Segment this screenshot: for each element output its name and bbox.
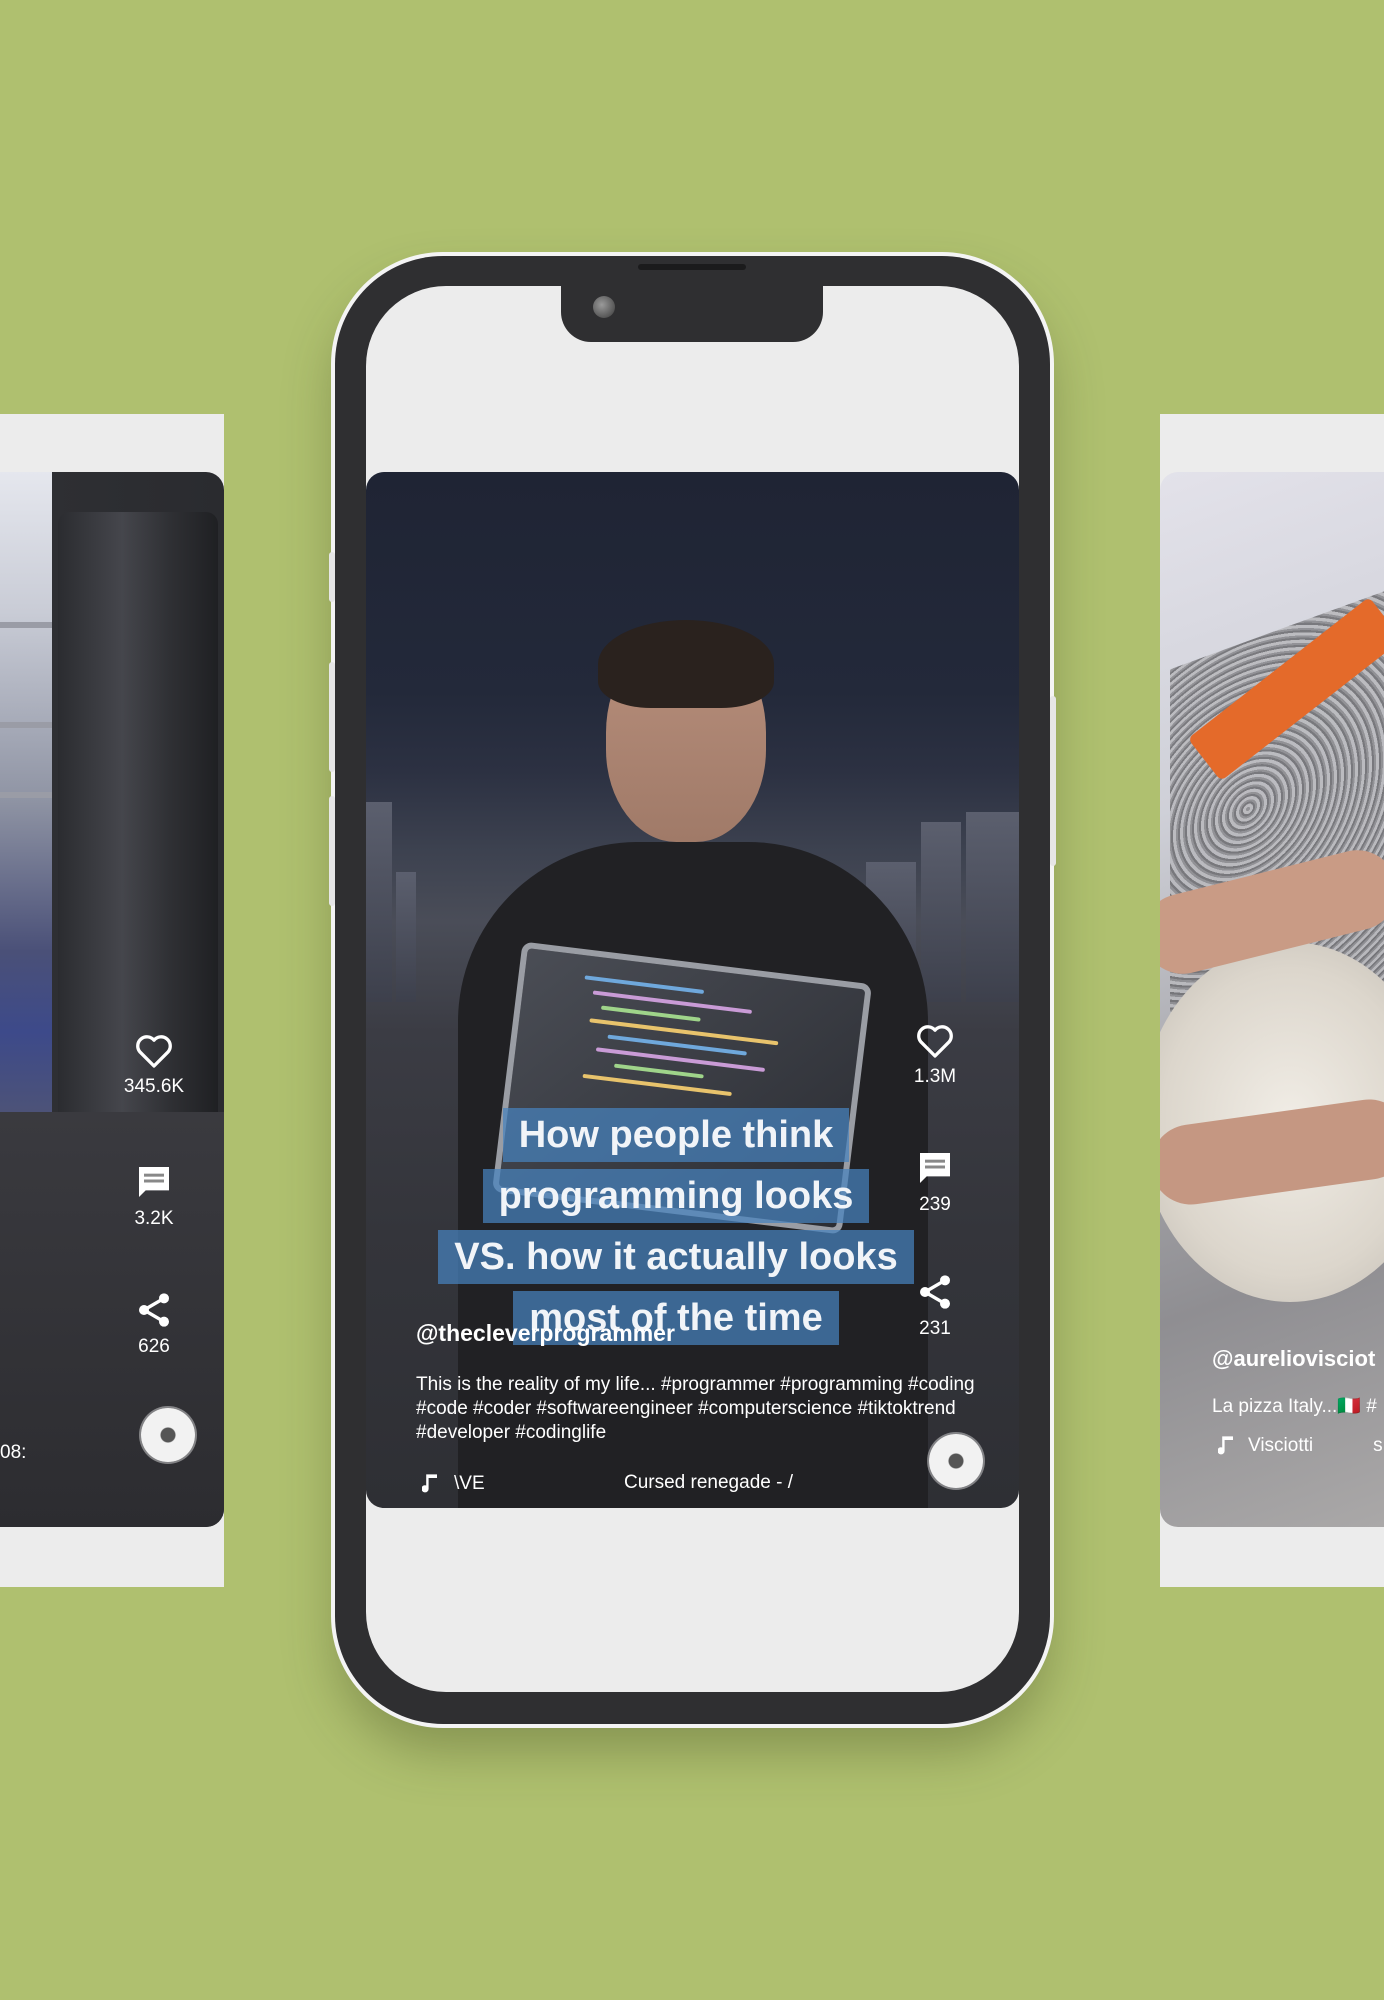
like-count: 1.3M <box>913 1066 957 1087</box>
shelf <box>0 792 52 798</box>
camera-icon <box>593 296 615 318</box>
music-disc-icon[interactable] <box>141 1408 195 1462</box>
right-video[interactable]: @aureliovisciot La pizza Italy...🇮🇹 # Vi… <box>1160 472 1384 1527</box>
caption-line: VS. how it actually looks <box>438 1230 914 1284</box>
comment-button[interactable]: 239 <box>890 1148 980 1216</box>
phone-frame: How people think programming looks VS. h… <box>329 256 1056 1724</box>
music-title-scrolling[interactable]: Cursed renegade - / <box>624 1472 793 1494</box>
comment-icon <box>139 1167 169 1197</box>
volume-up-button[interactable] <box>329 662 335 772</box>
notch <box>561 286 823 342</box>
left-like-button[interactable]: 345.6K <box>109 1032 199 1098</box>
phone-screen: How people think programming looks VS. h… <box>366 286 1019 1692</box>
video-description: This is the reality of my life... #progr… <box>416 1374 975 1443</box>
comment-icon <box>920 1153 950 1183</box>
music-info[interactable]: \VE <box>422 1472 485 1496</box>
music-disc-icon[interactable] <box>929 1434 983 1488</box>
person-hair <box>598 620 774 708</box>
heart-icon <box>136 1035 172 1068</box>
left-share-button[interactable]: 626 <box>109 1290 199 1358</box>
caption-line: programming looks <box>482 1169 870 1223</box>
share-button[interactable]: 231 <box>890 1272 980 1340</box>
right-video-card[interactable]: @aureliovisciot La pizza Italy...🇮🇹 # Vi… <box>1160 414 1384 1587</box>
shelf <box>0 622 52 628</box>
left-video[interactable]: 345.6K 3.2K 626 08: <box>0 472 224 1527</box>
music-note-icon <box>422 1474 437 1493</box>
share-icon <box>139 1293 169 1327</box>
music-title-2: s <box>1373 1435 1383 1456</box>
right-description: La pizza Italy...🇮🇹 # <box>1212 1396 1377 1417</box>
share-count: 626 <box>138 1336 170 1357</box>
share-icon <box>920 1275 950 1309</box>
like-count: 345.6K <box>123 1076 185 1097</box>
music-text: 08: <box>0 1442 27 1463</box>
power-button[interactable] <box>1050 696 1056 866</box>
left-video-card[interactable]: 345.6K 3.2K 626 08: <box>0 414 224 1587</box>
music-title: \VE <box>454 1473 485 1494</box>
comment-count: 239 <box>919 1194 951 1215</box>
mute-button[interactable] <box>329 552 335 602</box>
comment-count: 3.2K <box>134 1208 174 1229</box>
music-note-icon <box>1218 1436 1233 1455</box>
share-count: 231 <box>919 1318 951 1339</box>
caption-line: How people think <box>502 1108 850 1162</box>
video-caption: How people think programming looks VS. h… <box>416 1108 936 1352</box>
heart-icon <box>917 1025 953 1058</box>
volume-down-button[interactable] <box>329 796 335 906</box>
creator-handle[interactable]: @thecleverprogrammer <box>416 1320 675 1347</box>
right-handle[interactable]: @aureliovisciot <box>1212 1346 1375 1372</box>
left-music-fragment: 08: <box>0 1442 26 1464</box>
left-comment-button[interactable]: 3.2K <box>109 1162 199 1230</box>
music-title: Visciotti <box>1248 1435 1314 1456</box>
like-button[interactable]: 1.3M <box>890 1022 980 1088</box>
shelf <box>0 722 52 728</box>
right-music[interactable]: Visciotti s <box>1218 1434 1383 1458</box>
main-video[interactable]: How people think programming looks VS. h… <box>366 472 1019 1508</box>
speaker-grille <box>638 264 746 270</box>
